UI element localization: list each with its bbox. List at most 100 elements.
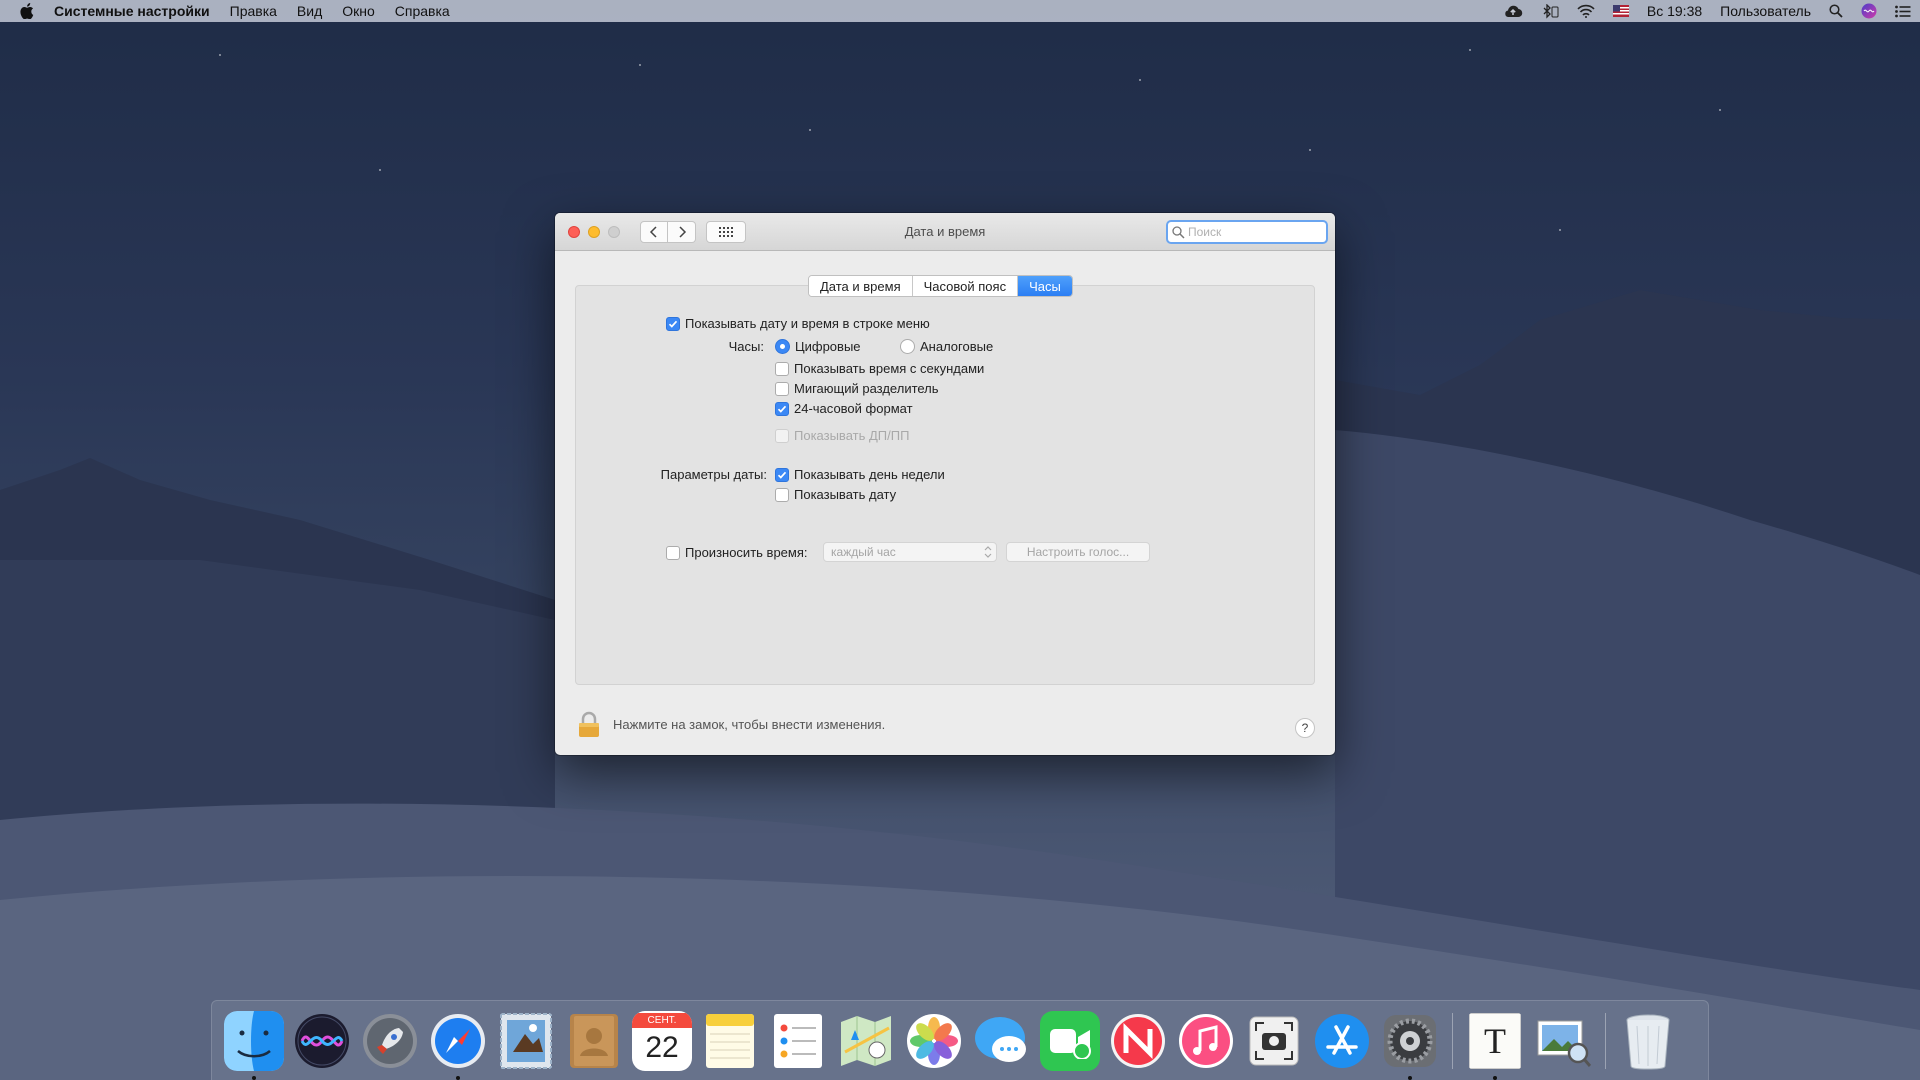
chevron-left-icon: [649, 225, 657, 238]
input-source-flag-icon[interactable]: [1604, 5, 1638, 17]
bluetooth-icon[interactable]: [1532, 3, 1568, 19]
analog-clock-radio[interactable]: Аналоговые: [900, 339, 993, 354]
menu-view[interactable]: Вид: [287, 3, 332, 19]
close-window-button[interactable]: [568, 225, 580, 238]
app-store-icon: [1312, 1011, 1372, 1071]
calendar-day: 22: [645, 1031, 679, 1064]
clock-type-label: Часы:: [728, 339, 764, 354]
popup-arrows-icon: [984, 546, 992, 558]
search-field[interactable]: [1166, 220, 1328, 244]
notification-center-icon[interactable]: [1886, 5, 1920, 18]
dock-finder[interactable]: [224, 1010, 284, 1080]
dock-textedit[interactable]: T: [1465, 1011, 1525, 1080]
wifi-icon[interactable]: [1568, 4, 1604, 18]
photos-icon: [904, 1011, 964, 1071]
dock-preview[interactable]: [1533, 1011, 1593, 1071]
maps-icon: [836, 1011, 896, 1071]
dock-contacts[interactable]: [564, 1011, 624, 1071]
show-weekday-checkbox[interactable]: Показывать день недели: [775, 467, 945, 482]
checkbox-disabled: [775, 428, 789, 443]
announce-time-checkbox[interactable]: Произносить время:: [666, 545, 808, 560]
back-button[interactable]: [640, 220, 668, 243]
show-in-menubar-label: Показывать дату и время в строке меню: [685, 316, 930, 331]
flash-separator-checkbox[interactable]: Мигающий разделитель: [775, 381, 939, 396]
use-24-hour-checkbox[interactable]: 24-часовой формат: [775, 401, 913, 416]
show-ampm-checkbox: Показывать ДП/ПП: [775, 428, 909, 443]
checkbox-checked[interactable]: [775, 467, 789, 482]
news-icon: [1108, 1011, 1168, 1071]
trash-icon: [1618, 1011, 1678, 1071]
dock-screenshot[interactable]: [1244, 1011, 1304, 1071]
menu-edit[interactable]: Правка: [220, 3, 287, 19]
menu-window[interactable]: Окно: [332, 3, 385, 19]
date-time-preferences-window: Дата и время Дата и время Часовой пояс Ч…: [555, 213, 1335, 755]
dock-launchpad[interactable]: [360, 1011, 420, 1071]
use-24-hour-label: 24-часовой формат: [794, 401, 913, 416]
digital-clock-radio[interactable]: Цифровые: [775, 339, 861, 354]
facetime-icon: [1040, 1010, 1100, 1071]
show-seconds-label: Показывать время с секундами: [794, 361, 985, 376]
dock-app-store[interactable]: [1312, 1011, 1372, 1071]
dock-system-preferences[interactable]: [1380, 1011, 1440, 1080]
dock-safari[interactable]: [428, 1011, 488, 1080]
checkmark-icon: [668, 320, 678, 328]
dock-notes[interactable]: [700, 1011, 760, 1071]
icloud-upload-icon[interactable]: [1494, 4, 1532, 18]
checkbox-unchecked[interactable]: [666, 545, 680, 560]
preview-icon: [1533, 1011, 1593, 1071]
lock-icon[interactable]: [577, 711, 601, 738]
dock-photos[interactable]: [904, 1011, 964, 1071]
siri-icon: [292, 1011, 352, 1071]
forward-button[interactable]: [668, 220, 696, 243]
dock: СЕНТ. 22 T: [211, 1000, 1709, 1080]
checkbox-checked[interactable]: [666, 316, 680, 331]
tab-clock[interactable]: Часы: [1018, 276, 1072, 296]
chevron-right-icon: [678, 225, 686, 238]
calendar-icon: СЕНТ. 22: [632, 1010, 692, 1071]
launchpad-icon: [360, 1011, 420, 1071]
show-weekday-label: Показывать день недели: [794, 467, 945, 482]
checkbox-checked[interactable]: [775, 401, 789, 416]
dock-news[interactable]: [1108, 1011, 1168, 1071]
dock-mail[interactable]: [496, 1011, 556, 1071]
dock-separator: [1452, 1012, 1453, 1069]
tab-time-zone[interactable]: Часовой пояс: [912, 276, 1019, 296]
menubar-clock[interactable]: Вс 19:38: [1638, 3, 1711, 19]
dock-separator: [1605, 1012, 1606, 1069]
dock-calendar[interactable]: СЕНТ. 22: [632, 1010, 692, 1071]
dock-messages[interactable]: [972, 1011, 1032, 1071]
search-input[interactable]: [1188, 225, 1318, 239]
minimize-window-button[interactable]: [588, 225, 600, 238]
dock-music[interactable]: [1176, 1011, 1236, 1071]
messages-icon: [972, 1011, 1032, 1071]
show-all-button[interactable]: [706, 220, 746, 243]
dock-facetime[interactable]: [1040, 1010, 1100, 1071]
dock-reminders[interactable]: [768, 1011, 828, 1071]
radio-unselected[interactable]: [900, 339, 915, 354]
menu-help[interactable]: Справка: [385, 3, 460, 19]
help-button[interactable]: ?: [1295, 718, 1315, 738]
analog-clock-label: Аналоговые: [920, 339, 994, 354]
checkbox-unchecked[interactable]: [775, 381, 789, 396]
menu-app-name[interactable]: Системные настройки: [54, 3, 220, 19]
lock-row: Нажмите на замок, чтобы внести изменения…: [577, 711, 885, 738]
checkmark-icon: [777, 471, 787, 479]
apple-menu-icon[interactable]: [0, 3, 54, 19]
dock-siri[interactable]: [292, 1011, 352, 1071]
checkbox-unchecked[interactable]: [775, 487, 789, 502]
zoom-window-button: [608, 225, 620, 238]
show-date-checkbox[interactable]: Показывать дату: [775, 487, 896, 502]
screenshot-icon: [1244, 1011, 1304, 1071]
spotlight-search-icon[interactable]: [1820, 4, 1852, 18]
dock-maps[interactable]: [836, 1011, 896, 1071]
window-titlebar[interactable]: Дата и время: [555, 213, 1335, 251]
menubar-user[interactable]: Пользователь: [1711, 3, 1820, 19]
tab-date-time[interactable]: Дата и время: [809, 276, 913, 296]
radio-selected[interactable]: [775, 339, 790, 354]
show-date-label: Показывать дату: [794, 487, 897, 502]
show-seconds-checkbox[interactable]: Показывать время с секундами: [775, 361, 984, 376]
siri-menubar-icon[interactable]: [1852, 3, 1886, 19]
checkbox-unchecked[interactable]: [775, 361, 789, 376]
show-in-menubar-checkbox[interactable]: Показывать дату и время в строке меню: [666, 316, 930, 331]
dock-trash[interactable]: [1618, 1011, 1678, 1071]
